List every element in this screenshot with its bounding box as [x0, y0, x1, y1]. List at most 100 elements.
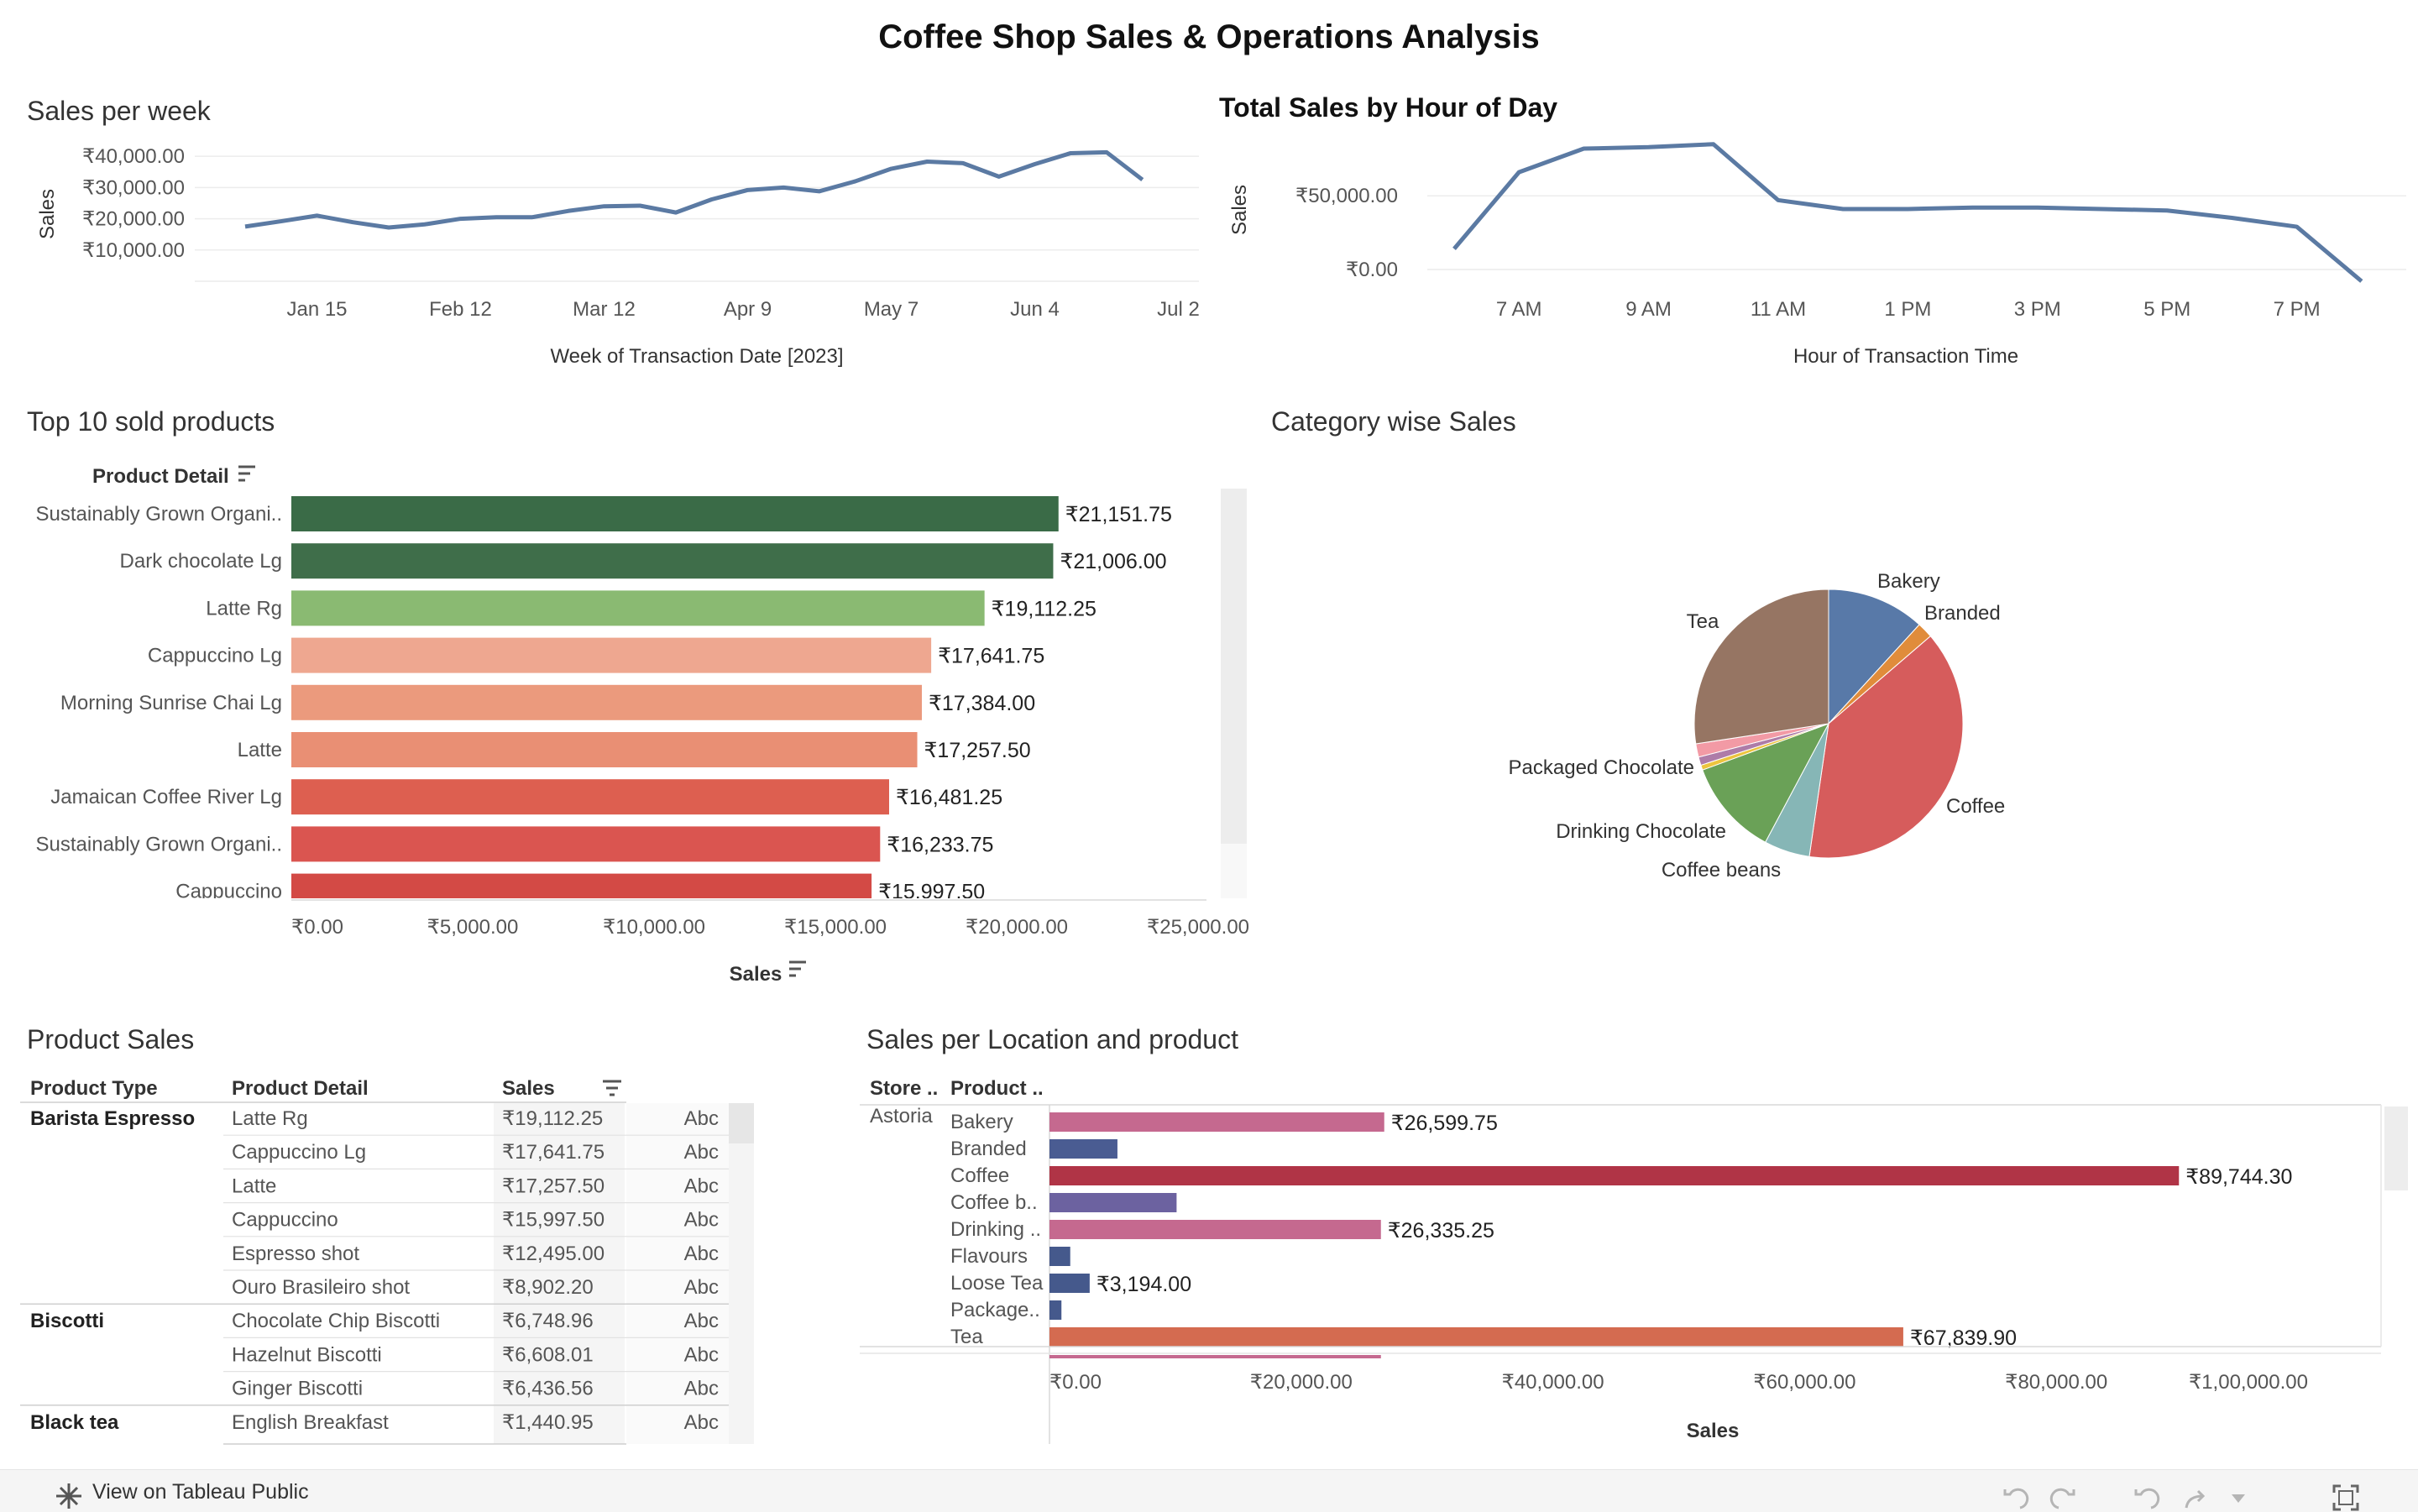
bar[interactable] [291, 496, 1059, 531]
bar[interactable] [1049, 1327, 1903, 1347]
bar[interactable] [291, 543, 1054, 579]
abc-cell: Abc [684, 1209, 719, 1232]
y-tick-label: ₹20,000.00 [82, 208, 185, 231]
category-label: Loose Tea [950, 1272, 1044, 1295]
series-line[interactable] [1452, 142, 2363, 283]
column-header: Product Detail [232, 1077, 369, 1100]
product-type-cell: Barista Espresso [30, 1107, 195, 1130]
scrollbar-thumb[interactable] [2384, 1107, 2408, 1190]
x-axis-title: Sales [1687, 1420, 1740, 1442]
bar[interactable] [291, 684, 922, 720]
slice-label: Coffee [1946, 795, 2005, 818]
sales-cell: ₹17,257.50 [502, 1175, 604, 1197]
slice-label: Bakery [1877, 570, 1940, 593]
x-tick-label: Jun 4 [1010, 298, 1060, 321]
bar-overflow [1049, 1355, 1381, 1358]
product-detail-cell: Cappuccino [232, 1209, 338, 1232]
scrollbar-thumb[interactable] [1221, 844, 1247, 898]
bar[interactable] [1049, 1166, 2180, 1185]
bar[interactable] [291, 732, 918, 767]
bar[interactable] [291, 637, 932, 673]
x-tick-label: ₹10,000.00 [603, 916, 705, 939]
view-on-tableau-public-link[interactable]: View on Tableau Public [92, 1480, 309, 1504]
category-label: Cappuccino Lg [148, 645, 282, 667]
abc-cell: Abc [684, 1310, 719, 1332]
product-detail-cell: Hazelnut Biscotti [232, 1343, 382, 1366]
x-tick-label: 3 PM [2014, 298, 2061, 321]
x-tick-label: ₹0.00 [291, 916, 343, 939]
x-tick-label: ₹60,000.00 [1753, 1371, 1855, 1394]
bar[interactable] [1049, 1112, 1384, 1132]
data-label: ₹21,151.75 [1065, 503, 1172, 526]
category-label: Jamaican Coffee River Lg [50, 786, 282, 808]
x-tick-label: Feb 12 [429, 298, 492, 321]
x-tick-label: ₹25,000.00 [1147, 916, 1249, 939]
y-axis-title: Sales [36, 189, 59, 239]
bar[interactable] [1049, 1274, 1090, 1293]
y-tick-label: ₹10,000.00 [82, 239, 185, 262]
bar[interactable] [1049, 1193, 1177, 1212]
data-label: ₹17,257.50 [924, 739, 1031, 762]
bar[interactable] [1049, 1247, 1070, 1266]
bar[interactable] [291, 590, 985, 626]
x-tick-label: May 7 [864, 298, 919, 321]
x-tick-label: 7 PM [2274, 298, 2321, 321]
series-line[interactable] [244, 149, 1144, 230]
column-header: Store .. [870, 1077, 938, 1100]
x-tick-label: 7 AM [1496, 298, 1542, 321]
abc-cell: Abc [684, 1141, 719, 1164]
bar[interactable] [1049, 1220, 1381, 1239]
x-tick-label: Mar 12 [573, 298, 636, 321]
sales-cell: ₹6,748.96 [502, 1310, 594, 1332]
product-detail-cell: Cappuccino Lg [232, 1141, 366, 1164]
sort-icon[interactable] [238, 465, 255, 482]
product-detail-cell: Ginger Biscotti [232, 1378, 363, 1400]
data-label: ₹17,641.75 [938, 645, 1044, 668]
y-tick-label: ₹40,000.00 [82, 145, 185, 168]
data-label: ₹19,112.25 [992, 597, 1096, 620]
x-tick-label: ₹0.00 [1049, 1371, 1102, 1394]
category-label: Coffee [950, 1164, 1009, 1187]
product-detail-cell: Latte [232, 1175, 276, 1197]
sales-cell: ₹1,440.95 [502, 1411, 594, 1434]
category-label: Tea [950, 1326, 983, 1348]
slice-label: Branded [1924, 602, 2001, 625]
product-detail-cell: Ouro Brasileiro shot [232, 1276, 410, 1299]
x-axis-title: Hour of Transaction Time [1793, 345, 2018, 368]
sort-icon[interactable] [603, 1080, 621, 1096]
x-tick-label: ₹20,000.00 [966, 916, 1068, 939]
category-label: Morning Sunrise Chai Lg [60, 692, 282, 714]
bar[interactable] [1049, 1139, 1117, 1159]
product-detail-cell: Espresso shot [232, 1243, 359, 1265]
slice-label: Drinking Chocolate [1556, 820, 1726, 843]
category-label: Package.. [950, 1299, 1040, 1321]
scrollbar-thumb[interactable] [729, 1103, 754, 1143]
abc-cell: Abc [684, 1378, 719, 1400]
tableau-footer-bar [0, 1469, 2418, 1512]
sales-cell: ₹19,112.25 [502, 1107, 603, 1130]
dashboard-canvas: ₹10,000.00 ₹20,000.00 ₹30,000.00 ₹40,000.00… [0, 142, 2408, 1445]
abc-cell: Abc [684, 1411, 719, 1434]
row-group-label: Astoria [870, 1105, 933, 1127]
product-type-cell: Black tea [30, 1411, 119, 1434]
abc-cell: Abc [684, 1243, 719, 1265]
data-label: ₹16,481.25 [896, 786, 1002, 809]
slice-label: Coffee beans [1662, 859, 1781, 882]
bar[interactable] [1049, 1300, 1062, 1320]
y-tick-label: ₹50,000.00 [1295, 185, 1398, 207]
scrollbar-track[interactable] [729, 1143, 754, 1444]
sales-cell: ₹6,436.56 [502, 1378, 594, 1400]
y-tick-label: ₹0.00 [1346, 259, 1398, 281]
category-label: Dark chocolate Lg [120, 550, 282, 573]
sales-cell: ₹12,495.00 [502, 1243, 604, 1265]
x-tick-label: 9 AM [1625, 298, 1672, 321]
data-label: ₹16,233.75 [887, 833, 993, 856]
sales-cell: ₹6,608.01 [502, 1343, 594, 1366]
bar[interactable] [291, 779, 889, 815]
category-label: Latte Rg [206, 597, 282, 620]
sort-icon[interactable] [789, 960, 806, 977]
bar[interactable] [291, 826, 881, 862]
x-tick-label: 1 PM [1884, 298, 1931, 321]
category-label: Drinking .. [950, 1218, 1041, 1241]
scrollbar-track[interactable] [1221, 489, 1247, 898]
